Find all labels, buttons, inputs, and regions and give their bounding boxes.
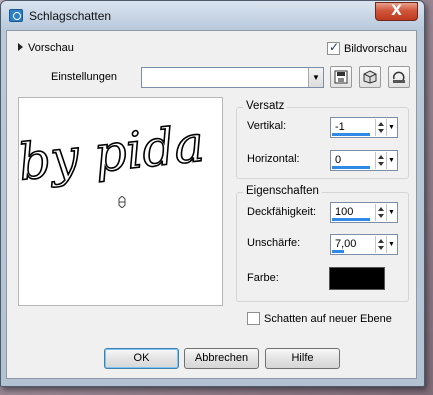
help-button[interactable]: Hilfe bbox=[265, 348, 340, 369]
shadow-new-layer-label: Schatten auf neuer Ebene bbox=[264, 313, 392, 325]
save-preset-icon bbox=[334, 70, 348, 84]
close-button[interactable]: X bbox=[375, 2, 418, 21]
preview-toggle-label: Vorschau bbox=[28, 42, 74, 54]
opacity-value: 100 bbox=[335, 206, 354, 218]
blur-dropdown-icon[interactable]: ▼ bbox=[386, 236, 396, 253]
vertical-stepper-icon[interactable] bbox=[375, 119, 385, 136]
settings-label: Einstellungen bbox=[51, 71, 118, 83]
expand-triangle-icon bbox=[18, 43, 23, 51]
blur-spinbox[interactable]: 7,00 ▼ bbox=[330, 234, 398, 255]
chevron-down-icon[interactable]: ▼ bbox=[308, 68, 323, 87]
color-swatch[interactable] bbox=[329, 267, 385, 290]
vertical-value: -1 bbox=[335, 121, 345, 133]
blur-slider-bar[interactable] bbox=[332, 250, 344, 253]
opacity-spinbox[interactable]: 100 ▼ bbox=[330, 202, 398, 223]
vertical-slider-bar[interactable] bbox=[332, 133, 370, 136]
preview-canvas[interactable]: by pida bbox=[15, 97, 223, 306]
horizontal-label: Horizontal: bbox=[247, 153, 300, 165]
cube-button[interactable] bbox=[359, 66, 381, 88]
image-preview-checkbox[interactable] bbox=[327, 40, 340, 55]
preview-toggle[interactable]: Vorschau bbox=[18, 42, 74, 54]
settings-combobox[interactable]: ▼ bbox=[141, 67, 324, 88]
watermark-text: by pida bbox=[19, 115, 207, 192]
vertical-dropdown-icon[interactable]: ▼ bbox=[386, 119, 396, 136]
blur-stepper-icon[interactable] bbox=[375, 236, 385, 253]
reset-button[interactable] bbox=[388, 66, 410, 88]
camera-icon bbox=[9, 9, 23, 22]
opacity-stepper-icon[interactable] bbox=[375, 204, 385, 221]
properties-group-title: Eigenschaften bbox=[243, 185, 322, 197]
opacity-label: Deckfähigkeit: bbox=[247, 206, 317, 218]
save-preset-button[interactable] bbox=[330, 66, 352, 88]
blur-value: 7,00 bbox=[335, 238, 357, 250]
move-icon[interactable] bbox=[117, 196, 127, 208]
vertical-spinbox[interactable]: -1 ▼ bbox=[330, 117, 398, 138]
image-preview-label: Bildvorschau bbox=[344, 43, 407, 55]
offset-group-title: Versatz bbox=[243, 100, 288, 112]
cancel-button[interactable]: Abbrechen bbox=[184, 348, 259, 369]
color-label: Farbe: bbox=[247, 272, 279, 284]
opacity-dropdown-icon[interactable]: ▼ bbox=[386, 204, 396, 221]
shadow-new-layer-checkbox[interactable] bbox=[247, 312, 260, 325]
blur-label: Unschärfe: bbox=[247, 237, 301, 249]
horizontal-dropdown-icon[interactable]: ▼ bbox=[386, 152, 396, 169]
title-bar[interactable]: Schlagschatten X bbox=[1, 1, 424, 31]
window-title: Schlagschatten bbox=[29, 9, 112, 23]
horizontal-stepper-icon[interactable] bbox=[375, 152, 385, 169]
horizontal-spinbox[interactable]: 0 ▼ bbox=[330, 150, 398, 171]
ok-button[interactable]: OK bbox=[104, 348, 179, 369]
horizontal-value: 0 bbox=[335, 154, 342, 166]
horizontal-slider-bar[interactable] bbox=[332, 166, 370, 169]
cube-icon bbox=[363, 70, 377, 84]
opacity-slider-bar[interactable] bbox=[332, 218, 370, 221]
reset-icon bbox=[392, 71, 405, 83]
vertical-label: Vertikal: bbox=[247, 120, 287, 132]
